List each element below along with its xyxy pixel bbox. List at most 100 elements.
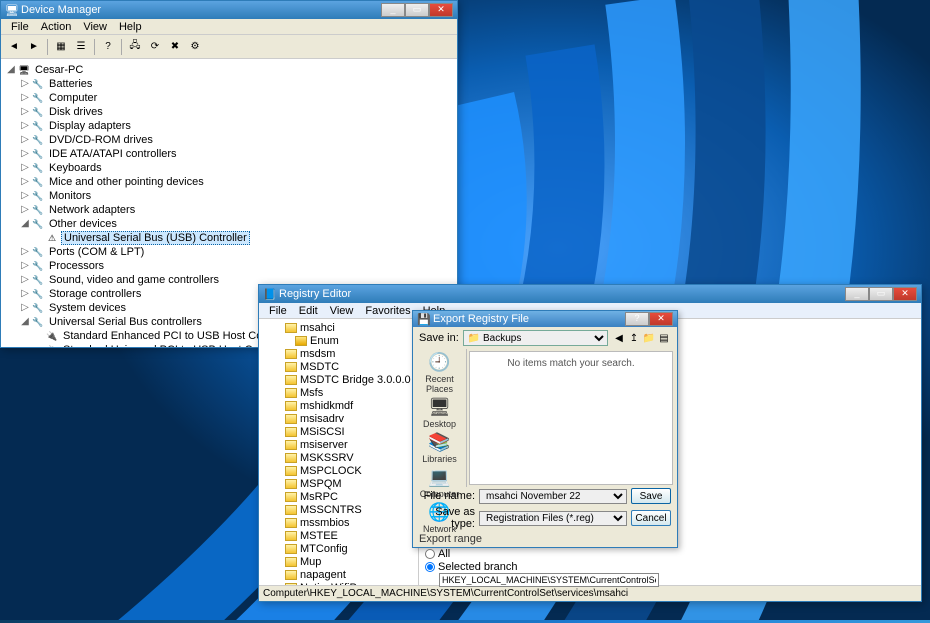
registry-key[interactable]: MSDTC Bridge 3.0.0.0	[285, 373, 416, 386]
back-icon[interactable]: ◀	[612, 331, 626, 345]
menu-favorites[interactable]: Favorites	[359, 305, 416, 317]
close-button[interactable]: ✕	[429, 3, 453, 17]
help-button[interactable]: ?	[625, 312, 649, 326]
properties-button[interactable]: ☰	[72, 38, 90, 56]
registry-key[interactable]: MSDTC	[285, 360, 416, 373]
registry-key[interactable]: Msfs	[285, 386, 416, 399]
expand-icon[interactable]: ▷	[19, 260, 31, 272]
registry-key[interactable]: mshidkmdf	[285, 399, 416, 412]
savetype-dropdown[interactable]: Registration Files (*.reg)	[479, 511, 627, 526]
menu-help[interactable]: Help	[113, 21, 148, 33]
device-item[interactable]: ▷🔧Disk drives	[5, 105, 453, 119]
expand-icon[interactable]: ▷	[19, 190, 31, 202]
device-item[interactable]: ▷🔧Network adapters	[5, 203, 453, 217]
close-button[interactable]: ✕	[649, 312, 673, 326]
help-button[interactable]: ?	[99, 38, 117, 56]
cancel-button[interactable]: Cancel	[631, 510, 671, 526]
export-registry-dialog: 💾 Export Registry File ? ✕ Save in: 📁 Ba…	[412, 310, 678, 548]
expand-icon[interactable]: ◢	[5, 64, 17, 76]
filename-field[interactable]: msahci November 22	[479, 489, 627, 504]
expand-icon[interactable]: ▷	[19, 134, 31, 146]
expand-icon[interactable]: ▷	[19, 274, 31, 286]
registry-key[interactable]: msisadrv	[285, 412, 416, 425]
uninstall-button[interactable]: ✖	[166, 38, 184, 56]
enable-button[interactable]: ⚙	[186, 38, 204, 56]
expand-icon[interactable]: ▷	[19, 148, 31, 160]
show-hidden-button[interactable]: ▦	[52, 38, 70, 56]
range-all-radio[interactable]	[425, 549, 435, 559]
up-icon[interactable]: ↥	[627, 331, 641, 345]
registry-tree[interactable]: msahciEnummsdsmMSDTCMSDTC Bridge 3.0.0.0…	[259, 319, 419, 585]
registry-key[interactable]: msiserver	[285, 438, 416, 451]
save-button[interactable]: Save	[631, 488, 671, 504]
maximize-button[interactable]: ▭	[405, 3, 429, 17]
file-list[interactable]: No items match your search.	[469, 351, 673, 485]
minimize-button[interactable]: _	[381, 3, 405, 17]
device-item[interactable]: ◢🖥Cesar-PC	[5, 63, 453, 77]
menu-view[interactable]: View	[77, 21, 113, 33]
device-item[interactable]: ▷🔧Processors	[5, 259, 453, 273]
registry-key[interactable]: MSSCNTRS	[285, 503, 416, 516]
place-recent-places[interactable]: 🕘Recent Places	[416, 351, 464, 394]
expand-icon[interactable]: ▷	[19, 120, 31, 132]
registry-key[interactable]: NativeWifiP	[285, 581, 416, 585]
save-in-dropdown[interactable]: 📁 Backups	[463, 330, 608, 346]
menu-view[interactable]: View	[324, 305, 360, 317]
device-item[interactable]: ▷🔧Keyboards	[5, 161, 453, 175]
expand-icon[interactable]: ▷	[19, 288, 31, 300]
registry-key[interactable]: MSTEE	[285, 529, 416, 542]
registry-key[interactable]: MSKSSRV	[285, 451, 416, 464]
registry-key[interactable]: MsRPC	[285, 490, 416, 503]
expand-icon[interactable]: ▷	[19, 78, 31, 90]
expand-icon[interactable]: ▷	[19, 92, 31, 104]
registry-key[interactable]: Mup	[285, 555, 416, 568]
device-item[interactable]: ▷🔧DVD/CD-ROM drives	[5, 133, 453, 147]
registry-key[interactable]: MSPCLOCK	[285, 464, 416, 477]
registry-key[interactable]: MTConfig	[285, 542, 416, 555]
minimize-button[interactable]: _	[845, 287, 869, 301]
new-folder-icon[interactable]: 📁	[642, 331, 656, 345]
close-button[interactable]: ✕	[893, 287, 917, 301]
titlebar[interactable]: 🖥 Device Manager _ ▭ ✕	[1, 1, 457, 19]
scan-button[interactable]: 🖧	[126, 38, 144, 56]
forward-button[interactable]: ►	[25, 38, 43, 56]
device-item[interactable]: ▷🔧Mice and other pointing devices	[5, 175, 453, 189]
device-item[interactable]: ▷🔧Computer	[5, 91, 453, 105]
expand-icon[interactable]: ▷	[19, 204, 31, 216]
device-item[interactable]: ▷🔧IDE ATA/ATAPI controllers	[5, 147, 453, 161]
registry-key[interactable]: mssmbios	[285, 516, 416, 529]
titlebar[interactable]: 💾 Export Registry File ? ✕	[413, 311, 677, 327]
device-item[interactable]: ▷🔧Batteries	[5, 77, 453, 91]
registry-key[interactable]: napagent	[285, 568, 416, 581]
registry-key[interactable]: msdsm	[285, 347, 416, 360]
expand-icon[interactable]: ▷	[19, 106, 31, 118]
registry-key[interactable]: MSPQM	[285, 477, 416, 490]
expand-icon[interactable]: ▷	[19, 302, 31, 314]
device-item[interactable]: ▷🔧Monitors	[5, 189, 453, 203]
registry-key[interactable]: MSiSCSI	[285, 425, 416, 438]
place-libraries[interactable]: 📚Libraries	[416, 431, 464, 464]
device-item[interactable]: ▷🔧Ports (COM & LPT)	[5, 245, 453, 259]
branch-path-field[interactable]	[439, 573, 659, 587]
menu-edit[interactable]: Edit	[293, 305, 324, 317]
expand-icon[interactable]: ▷	[19, 246, 31, 258]
registry-key[interactable]: Enum	[285, 334, 416, 347]
titlebar[interactable]: 📘 Registry Editor _ ▭ ✕	[259, 285, 921, 303]
expand-icon[interactable]: ◢	[19, 316, 31, 328]
device-item[interactable]: ⚠Universal Serial Bus (USB) Controller	[5, 231, 453, 245]
range-selected-radio[interactable]	[425, 562, 435, 572]
expand-icon[interactable]: ▷	[19, 162, 31, 174]
menu-file[interactable]: File	[263, 305, 293, 317]
update-driver-button[interactable]: ⟳	[146, 38, 164, 56]
views-icon[interactable]: ▤	[657, 331, 671, 345]
menu-file[interactable]: File	[5, 21, 35, 33]
device-item[interactable]: ◢🔧Other devices	[5, 217, 453, 231]
maximize-button[interactable]: ▭	[869, 287, 893, 301]
expand-icon[interactable]: ▷	[19, 176, 31, 188]
expand-icon[interactable]: ◢	[19, 218, 31, 230]
device-item[interactable]: ▷🔧Display adapters	[5, 119, 453, 133]
registry-key[interactable]: msahci	[285, 321, 416, 334]
menu-action[interactable]: Action	[35, 21, 78, 33]
back-button[interactable]: ◄	[5, 38, 23, 56]
place-desktop[interactable]: 🖥Desktop	[416, 396, 464, 429]
